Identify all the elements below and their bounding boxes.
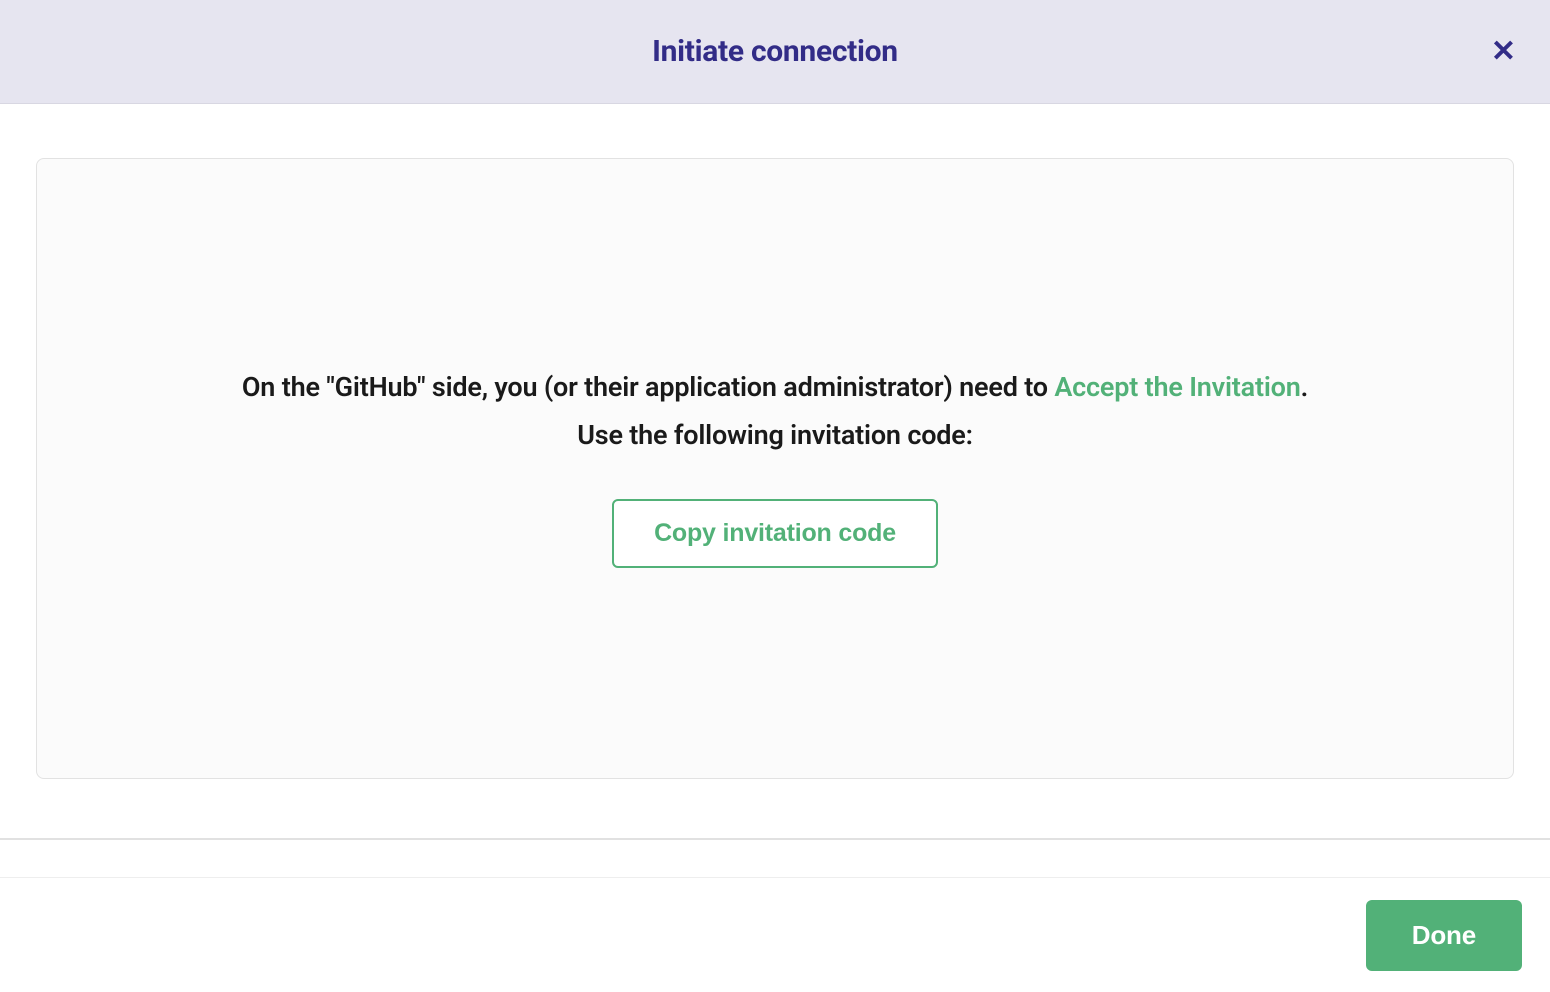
accept-invitation-link[interactable]: Accept the Invitation xyxy=(1054,371,1300,403)
copy-invitation-code-button[interactable]: Copy invitation code xyxy=(612,499,938,568)
close-button[interactable]: ✕ xyxy=(1485,31,1522,73)
instruction-prefix: On the "GitHub" side, you (or their appl… xyxy=(242,371,1054,403)
dialog-content: On the "GitHub" side, you (or their appl… xyxy=(0,104,1550,840)
dialog-header: Initiate connection ✕ xyxy=(0,0,1550,104)
instruction-suffix: . xyxy=(1301,371,1308,403)
dialog-title: Initiate connection xyxy=(652,34,898,69)
close-icon: ✕ xyxy=(1491,35,1516,68)
sub-instruction-text: Use the following invitation code: xyxy=(97,419,1453,451)
dialog-footer: Done xyxy=(0,877,1550,992)
instruction-text: On the "GitHub" side, you (or their appl… xyxy=(97,369,1453,405)
instruction-card: On the "GitHub" side, you (or their appl… xyxy=(36,158,1514,779)
done-button[interactable]: Done xyxy=(1366,900,1522,971)
